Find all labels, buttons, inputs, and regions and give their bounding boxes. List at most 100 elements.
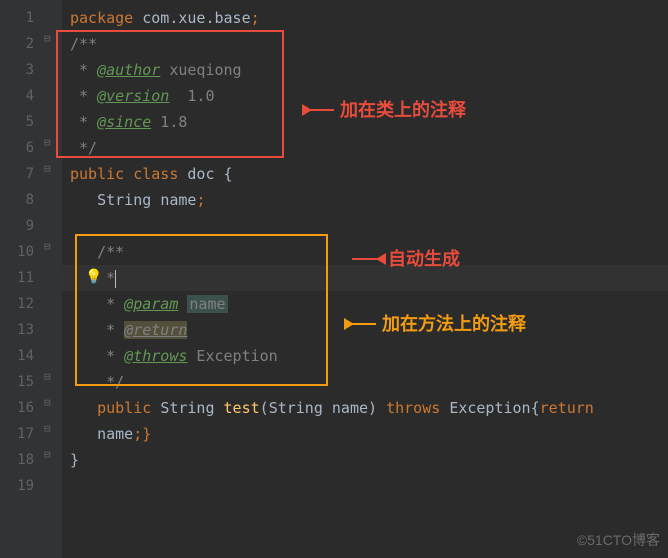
line-number: 15 [5, 369, 34, 395]
line-number: 19 [5, 473, 34, 499]
param-type: String [269, 399, 332, 417]
annotation-text: 自动生成 [388, 245, 460, 271]
line-number: 3 [5, 57, 34, 83]
code-line[interactable]: */ [62, 135, 668, 161]
code-line[interactable]: package com.xue.base; [62, 5, 668, 31]
brace: { [531, 399, 540, 417]
lightbulb-icon[interactable]: 💡 [85, 269, 102, 285]
fold-end-icon[interactable]: ⊟ [44, 422, 51, 435]
fold-toggle-icon[interactable]: ⊟ [44, 370, 51, 383]
watermark: ©51CTO博客 [577, 530, 660, 550]
code-line[interactable]: public class doc { [62, 161, 668, 187]
line-number: 13 [5, 317, 34, 343]
comment-text: xueqiong [160, 61, 241, 79]
javadoc-tag: @version [97, 87, 169, 105]
annotation-text: 加在类上的注释 [340, 96, 466, 122]
code-line[interactable]: */ [62, 369, 668, 395]
comment: * [70, 113, 97, 131]
line-number: 11 [5, 265, 34, 291]
code-line[interactable]: name;} [62, 421, 668, 447]
line-number: 17 [5, 421, 34, 447]
fold-end-icon[interactable]: ⊟ [44, 448, 51, 461]
line-number: 18 [5, 447, 34, 473]
package-path: com.xue.base [133, 9, 250, 27]
annotation-auto-gen: 自动生成 [388, 245, 460, 271]
fold-toggle-icon[interactable]: ⊟ [44, 136, 51, 149]
fold-toggle-icon[interactable]: ⊟ [44, 240, 51, 253]
method-name: test [224, 399, 260, 417]
code-area[interactable]: package com.xue.base; /** * @author xueq… [62, 0, 668, 558]
line-number: 14 [5, 343, 34, 369]
variable: name [97, 425, 133, 443]
keyword: throws [386, 399, 449, 417]
line-number: 2 [5, 31, 34, 57]
fold-column: ⊟ ⊟ ⊟ ⊟ ⊟ ⊟ ⊟ ⊟ [42, 0, 62, 558]
comment: * [97, 321, 124, 339]
paren: ( [260, 399, 269, 417]
code-line[interactable]: * @param name [62, 291, 668, 317]
exception-type: Exception [449, 399, 530, 417]
comment: * [97, 347, 124, 365]
comment: /** [97, 243, 124, 261]
code-line[interactable]: /** [62, 239, 668, 265]
keyword: return [540, 399, 594, 417]
line-number: 6 [5, 135, 34, 161]
keyword: public [70, 165, 124, 183]
line-number: 7 [5, 161, 34, 187]
comment-text: 1.8 [151, 113, 187, 131]
javadoc-tag-warn: @return [124, 321, 187, 339]
brace: { [215, 165, 233, 183]
comment: /** [70, 35, 97, 53]
javadoc-tag: @author [97, 61, 160, 79]
fold-toggle-icon[interactable]: ⊟ [44, 162, 51, 175]
line-number: 8 [5, 187, 34, 213]
param-name: name [187, 295, 227, 313]
code-line[interactable] [62, 473, 668, 499]
code-line-current[interactable]: * [62, 265, 668, 291]
javadoc-tag: @param [124, 295, 178, 313]
line-number: 16 [5, 395, 34, 421]
code-line[interactable]: * @throws Exception [62, 343, 668, 369]
semicolon: ; [196, 191, 205, 209]
annotation-text: 加在方法上的注释 [382, 310, 526, 336]
field-name: name [160, 191, 196, 209]
fold-toggle-icon[interactable]: ⊟ [44, 32, 51, 45]
javadoc-tag: @throws [124, 347, 187, 365]
comment-text: Exception [187, 347, 277, 365]
code-line[interactable]: String name; [62, 187, 668, 213]
annotation-method-comment: 加在方法上的注释 [382, 310, 526, 336]
line-number: 12 [5, 291, 34, 317]
comment: */ [70, 139, 97, 157]
code-line[interactable]: * @return [62, 317, 668, 343]
comment: * [97, 295, 124, 313]
line-number: 9 [5, 213, 34, 239]
line-number: 4 [5, 83, 34, 109]
fold-end-icon[interactable]: ⊟ [44, 396, 51, 409]
code-line[interactable]: /** [62, 31, 668, 57]
annotation-class-comment: 加在类上的注释 [340, 96, 466, 122]
comment: * [70, 61, 97, 79]
keyword: package [70, 9, 133, 27]
paren: ) [368, 399, 386, 417]
line-number: 10 [5, 239, 34, 265]
class-name: doc [187, 165, 214, 183]
type: String [97, 191, 160, 209]
code-line[interactable]: } [62, 447, 668, 473]
type: String [160, 399, 223, 417]
javadoc-tag: @since [97, 113, 151, 131]
code-line[interactable]: * @author xueqiong [62, 57, 668, 83]
comment: * [70, 87, 97, 105]
param-name: name [332, 399, 368, 417]
comment: */ [97, 373, 124, 391]
keyword: public [97, 399, 160, 417]
line-number-gutter: 1 2 3 4 5 6 7 8 9 10 11 12 13 14 15 16 1… [0, 0, 42, 558]
line-number: 5 [5, 109, 34, 135]
comment-text: 1.0 [169, 87, 214, 105]
line-number: 1 [5, 5, 34, 31]
text-cursor [115, 270, 116, 288]
semicolon: ; [251, 9, 260, 27]
brace: ;} [133, 425, 151, 443]
code-line[interactable] [62, 213, 668, 239]
keyword: class [124, 165, 187, 183]
code-line[interactable]: public String test(String name) throws E… [62, 395, 668, 421]
